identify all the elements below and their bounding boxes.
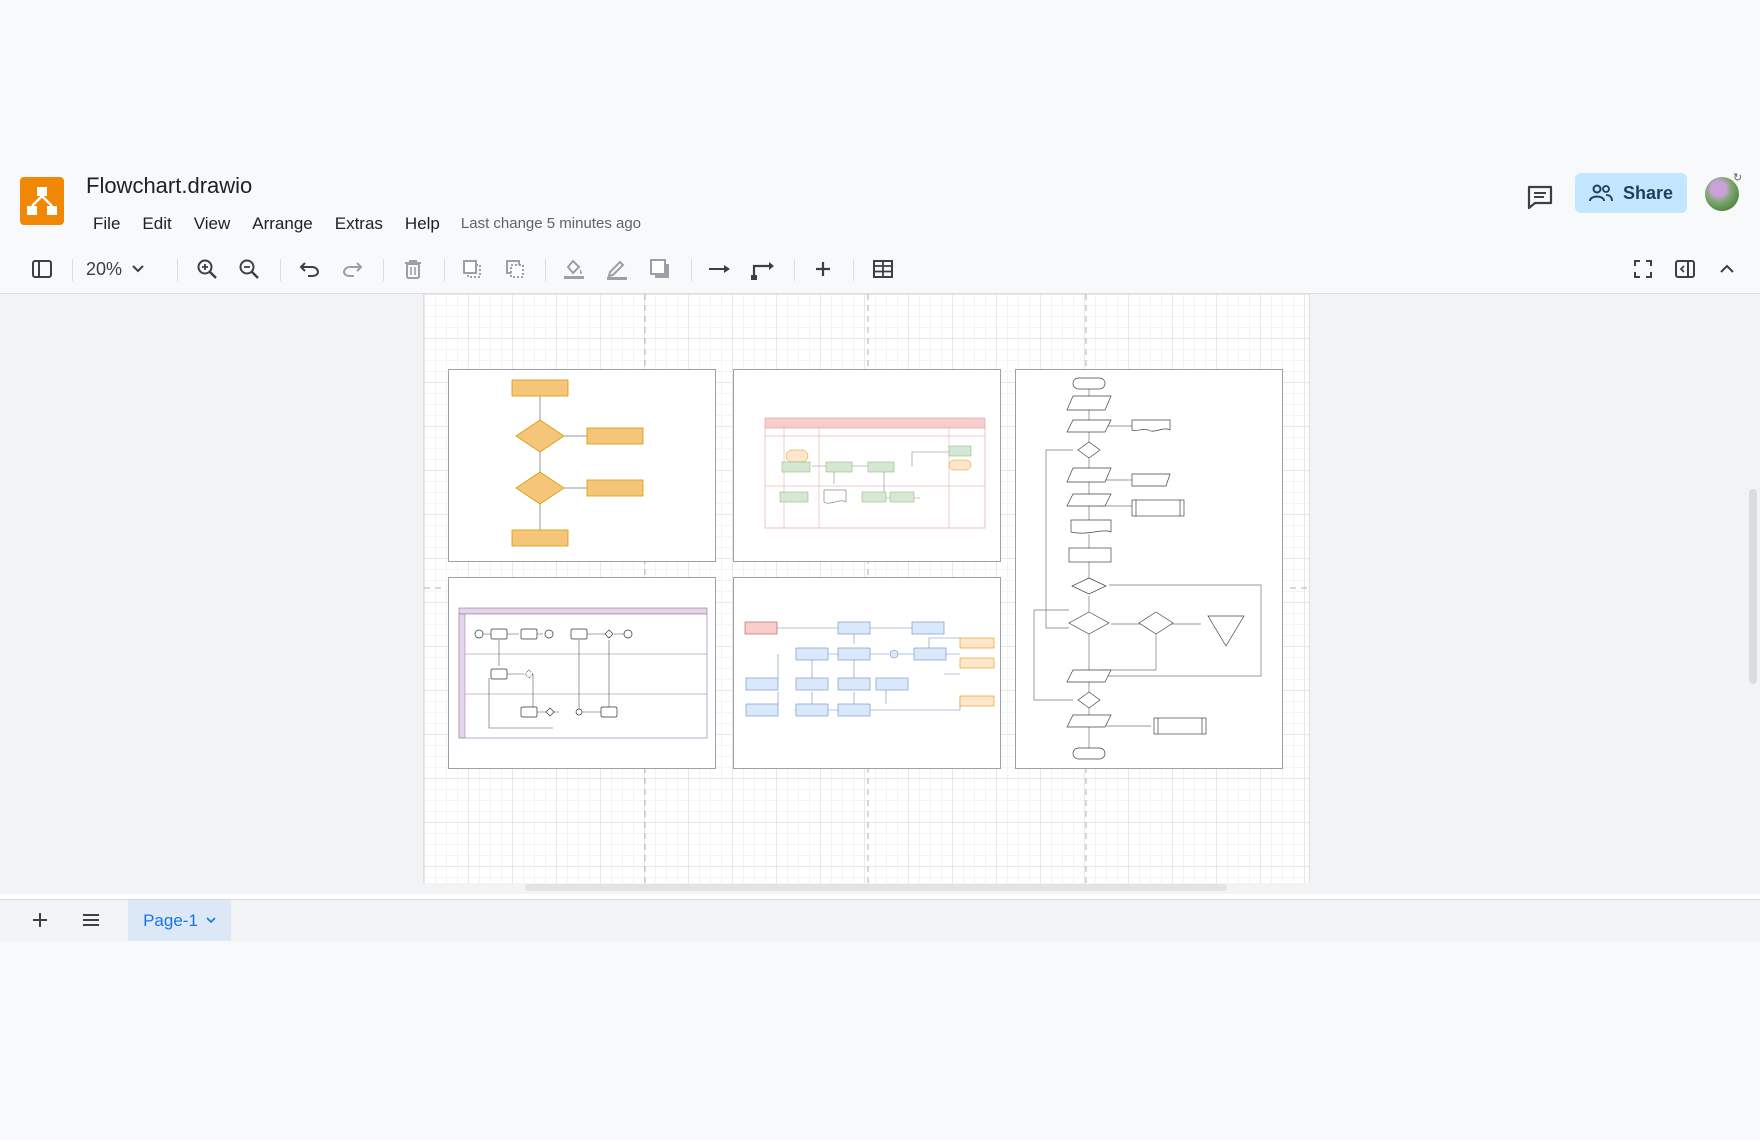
process-map-graphic (744, 621, 995, 717)
header: Flowchart.drawio File Edit View Arrange … (0, 159, 1760, 246)
zoom-in-icon (197, 259, 217, 279)
drawio-app: Flowchart.drawio File Edit View Arrange … (0, 159, 1760, 941)
cross-functional-graphic (764, 417, 986, 529)
add-page-button[interactable] (26, 906, 54, 934)
insert-button[interactable] (807, 253, 839, 285)
line-color-icon (607, 260, 627, 280)
redo-icon (342, 262, 363, 277)
collapse-toolbar-button[interactable] (1711, 253, 1743, 285)
menu-edit[interactable]: Edit (131, 211, 182, 237)
fullscreen-button[interactable] (1627, 253, 1659, 285)
insert-icon (816, 262, 830, 276)
zoom-out-icon (239, 259, 259, 279)
fill-color-button[interactable] (558, 253, 590, 285)
bpmn-pool-graphic (458, 607, 708, 739)
to-front-icon (463, 260, 481, 278)
tall-flowchart-graphic (1033, 377, 1262, 760)
menu-arrange[interactable]: Arrange (241, 211, 323, 237)
toolbar-separator (383, 259, 384, 281)
chevron-down-icon (132, 265, 144, 273)
page-tab-label: Page-1 (143, 910, 198, 930)
undo-icon (299, 262, 320, 277)
decision-flow-graphic (511, 379, 644, 547)
pages-menu-button[interactable] (77, 906, 105, 934)
page-background[interactable] (423, 294, 1310, 883)
page-tabs-bar: Page-1 (0, 899, 1760, 941)
undo-button[interactable] (294, 253, 326, 285)
horizontal-scrollbar[interactable] (525, 884, 1227, 891)
shadow-icon (650, 259, 669, 278)
shadow-button[interactable] (644, 253, 676, 285)
diagram-canvas[interactable] (0, 294, 1760, 894)
delete-button[interactable] (397, 253, 429, 285)
thumbnail-decision-flow[interactable] (448, 369, 716, 562)
zoom-select[interactable]: 20% (86, 253, 144, 285)
sidebar-toggle-button[interactable] (26, 253, 58, 285)
to-back-button[interactable] (499, 253, 531, 285)
thumbnail-tall-flowchart[interactable] (1015, 369, 1283, 769)
toolbar-separator (691, 259, 692, 281)
toolbar-separator (545, 259, 546, 281)
to-front-button[interactable] (456, 253, 488, 285)
toolbar-separator (853, 259, 854, 281)
sidebar-toggle-icon (32, 260, 52, 278)
zoom-in-button[interactable] (191, 253, 223, 285)
toolbar-separator (444, 259, 445, 281)
table-button[interactable] (867, 253, 899, 285)
toolbar-separator (280, 259, 281, 281)
drawio-logo-icon (27, 187, 57, 215)
chevron-down-icon[interactable] (206, 917, 216, 924)
to-back-icon (506, 260, 524, 278)
page-tab-page-1[interactable]: Page-1 (128, 900, 231, 941)
delete-icon (405, 260, 421, 279)
thumbnail-cross-functional[interactable] (733, 369, 1001, 562)
thumbnail-bpmn-pool[interactable] (448, 577, 716, 769)
toolbar-separator (794, 259, 795, 281)
menu-extras[interactable]: Extras (324, 211, 394, 237)
fill-color-icon (564, 259, 584, 279)
comment-icon (1527, 185, 1553, 210)
share-label: Share (1622, 182, 1674, 203)
format-panel-button[interactable] (1669, 253, 1701, 285)
waypoints-icon (751, 262, 774, 280)
plus-icon (33, 913, 47, 927)
zoom-out-button[interactable] (233, 253, 265, 285)
waypoints-button[interactable] (747, 253, 779, 285)
toolbar-separator (177, 259, 178, 281)
menu-view[interactable]: View (183, 211, 242, 237)
comments-button[interactable] (1522, 179, 1558, 215)
vertical-scrollbar[interactable] (1749, 489, 1757, 684)
zoom-value: 20% (86, 258, 123, 279)
format-panel-icon (1675, 260, 1695, 278)
line-color-button[interactable] (601, 253, 633, 285)
toolbar: 20% (0, 245, 1760, 294)
document-title[interactable]: Flowchart.drawio (86, 173, 252, 199)
last-change-status[interactable]: Last change 5 minutes ago (461, 211, 641, 237)
redo-button[interactable] (336, 253, 368, 285)
connection-style-button[interactable] (704, 253, 736, 285)
menu-file[interactable]: File (82, 211, 131, 237)
collapse-icon (1720, 264, 1734, 273)
menu-bar: File Edit View Arrange Extras Help Last … (82, 211, 641, 237)
thumbnail-process-map[interactable] (733, 577, 1001, 769)
menu-help[interactable]: Help (394, 211, 451, 237)
connection-icon (709, 265, 730, 273)
fullscreen-icon (1634, 260, 1652, 278)
drawio-logo[interactable] (20, 177, 64, 225)
hamburger-menu-icon (83, 914, 99, 926)
table-icon (873, 260, 893, 278)
sync-icon: ↻ (1733, 172, 1743, 184)
people-icon (1588, 184, 1613, 202)
toolbar-separator (72, 259, 73, 281)
share-button[interactable]: Share (1575, 173, 1687, 213)
